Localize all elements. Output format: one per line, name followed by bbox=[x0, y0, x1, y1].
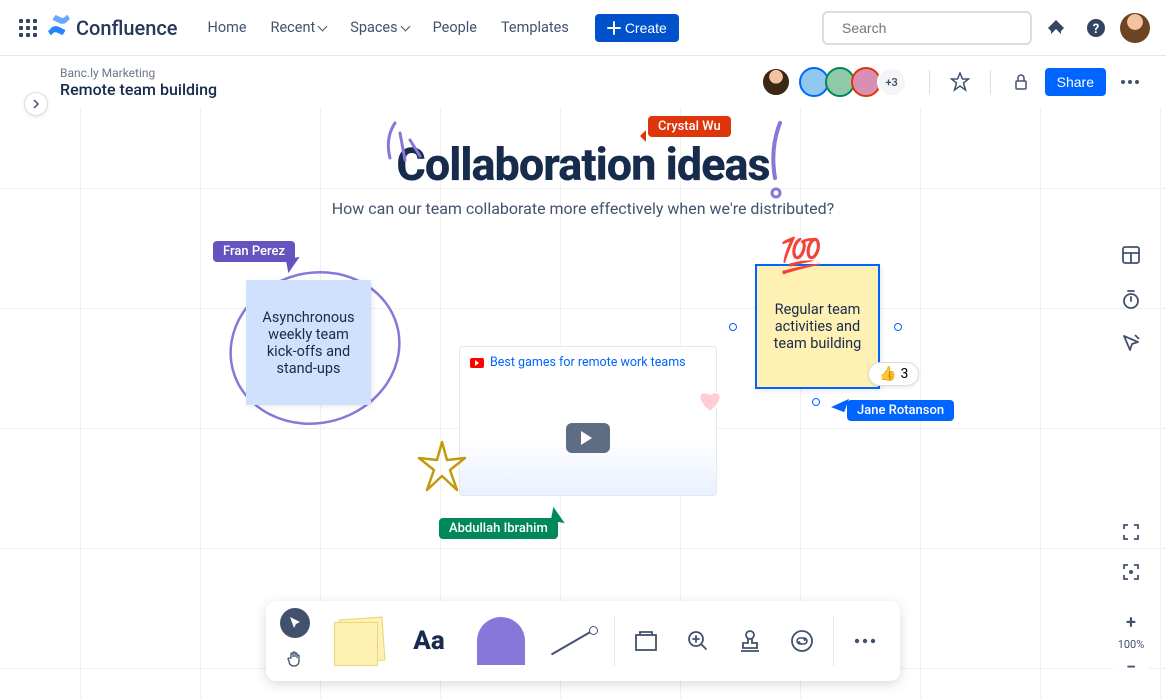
header-actions: Share bbox=[923, 66, 1146, 98]
confluence-mark-icon bbox=[48, 14, 70, 41]
fit-view-button[interactable] bbox=[1114, 555, 1148, 589]
plus-icon bbox=[607, 21, 621, 35]
expand-sidebar-button[interactable] bbox=[24, 92, 48, 116]
text-tool-button[interactable]: Aa bbox=[398, 610, 460, 672]
line-tool-button[interactable] bbox=[542, 610, 604, 672]
emoji-100-icon[interactable]: 💯 bbox=[780, 236, 822, 276]
search-box[interactable] bbox=[822, 11, 1032, 45]
cursor-abdullah: Abdullah Ibrahim bbox=[439, 518, 558, 539]
star-button[interactable] bbox=[944, 66, 976, 98]
frame-tool-button[interactable] bbox=[625, 610, 667, 672]
search-tool-button[interactable] bbox=[677, 610, 719, 672]
sticky-note-tool-button[interactable] bbox=[326, 610, 388, 672]
restrictions-button[interactable] bbox=[1005, 66, 1037, 98]
video-embed[interactable]: Best games for remote work teams bbox=[459, 346, 717, 496]
top-navigation: Confluence Home Recent Spaces People Tem… bbox=[0, 0, 1166, 56]
page-title-block: Collaboration ideas How can our team col… bbox=[0, 138, 1166, 218]
selection-handle[interactable] bbox=[812, 398, 820, 406]
cursor-fran: Fran Perez bbox=[213, 241, 295, 262]
zoom-in-button[interactable]: + bbox=[1114, 608, 1148, 636]
page-title: Collaboration ideas bbox=[0, 138, 1166, 191]
main-nav: Home Recent Spaces People Templates bbox=[198, 13, 579, 42]
breadcrumb-title: Remote team building bbox=[60, 80, 217, 99]
whiteboard-canvas[interactable]: Collaboration ideas How can our team col… bbox=[0, 108, 1166, 699]
exclaim-decoration-icon bbox=[760, 118, 800, 208]
heart-sticker-icon[interactable] bbox=[694, 384, 726, 416]
selection-handle[interactable] bbox=[729, 323, 737, 331]
create-button[interactable]: Create bbox=[595, 14, 679, 42]
play-button[interactable] bbox=[566, 423, 610, 453]
zoom-out-button[interactable]: − bbox=[1114, 653, 1148, 681]
fullscreen-button[interactable] bbox=[1114, 515, 1148, 549]
layout-tool-button[interactable] bbox=[1114, 238, 1148, 272]
nav-recent[interactable]: Recent bbox=[261, 13, 337, 42]
cursor-tool-button[interactable] bbox=[1114, 326, 1148, 360]
timer-tool-button[interactable] bbox=[1114, 282, 1148, 316]
zoom-controls: + 100% − bbox=[1114, 608, 1148, 681]
notifications-icon[interactable] bbox=[1040, 12, 1072, 44]
share-button[interactable]: Share bbox=[1045, 68, 1106, 96]
sticky-note-yellow[interactable]: Regular team activities and team buildin… bbox=[755, 264, 880, 389]
video-title-bar: Best games for remote work teams bbox=[460, 347, 716, 378]
stamp-tool-button[interactable] bbox=[729, 610, 771, 672]
star-drawing-icon[interactable] bbox=[417, 440, 467, 495]
more-tools-button[interactable] bbox=[844, 610, 886, 672]
breadcrumb-parent[interactable]: Banc.ly Marketing bbox=[60, 66, 217, 80]
page-subtitle: How can our team collaborate more effect… bbox=[0, 199, 1166, 218]
user-avatar[interactable] bbox=[1120, 13, 1150, 43]
app-switcher-icon[interactable] bbox=[16, 16, 40, 40]
chevron-down-icon bbox=[318, 22, 328, 32]
zoom-level: 100% bbox=[1118, 638, 1145, 651]
pointer-tool-button[interactable] bbox=[280, 608, 310, 638]
page-header: Banc.ly Marketing Remote team building +… bbox=[0, 56, 1166, 108]
search-input[interactable] bbox=[842, 20, 1023, 36]
hand-tool-button[interactable] bbox=[280, 644, 310, 674]
svg-text:?: ? bbox=[1093, 22, 1099, 37]
spark-decoration-icon bbox=[380, 118, 430, 168]
reaction-badge[interactable]: 👍3 bbox=[868, 362, 919, 386]
shape-tool-button[interactable] bbox=[470, 610, 532, 672]
right-tool-rail bbox=[1114, 238, 1148, 360]
collaborator-more[interactable]: +3 bbox=[877, 67, 907, 97]
collaborator-avatars: +3 bbox=[767, 67, 907, 97]
cursor-jane: Jane Rotanson bbox=[847, 400, 954, 421]
bottom-toolbar: Aa bbox=[266, 601, 900, 681]
cursor-crystal: Crystal Wu bbox=[648, 116, 731, 137]
right-tool-rail-bottom bbox=[1114, 515, 1148, 589]
nav-spaces[interactable]: Spaces bbox=[340, 13, 418, 42]
more-actions-button[interactable] bbox=[1114, 66, 1146, 98]
breadcrumb: Banc.ly Marketing Remote team building bbox=[60, 66, 217, 99]
nav-templates[interactable]: Templates bbox=[491, 13, 579, 42]
collaborator-avatar[interactable] bbox=[761, 67, 791, 97]
help-icon[interactable]: ? bbox=[1080, 12, 1112, 44]
nav-people[interactable]: People bbox=[423, 13, 487, 42]
nav-home[interactable]: Home bbox=[198, 13, 257, 42]
confluence-logo[interactable]: Confluence bbox=[48, 14, 178, 41]
app-name: Confluence bbox=[76, 16, 178, 40]
link-tool-button[interactable] bbox=[781, 610, 823, 672]
sticky-note-blue[interactable]: Asynchronous weekly team kick-offs and s… bbox=[246, 280, 371, 405]
youtube-icon bbox=[470, 358, 484, 368]
chevron-down-icon bbox=[400, 22, 410, 32]
selection-handle[interactable] bbox=[894, 323, 902, 331]
